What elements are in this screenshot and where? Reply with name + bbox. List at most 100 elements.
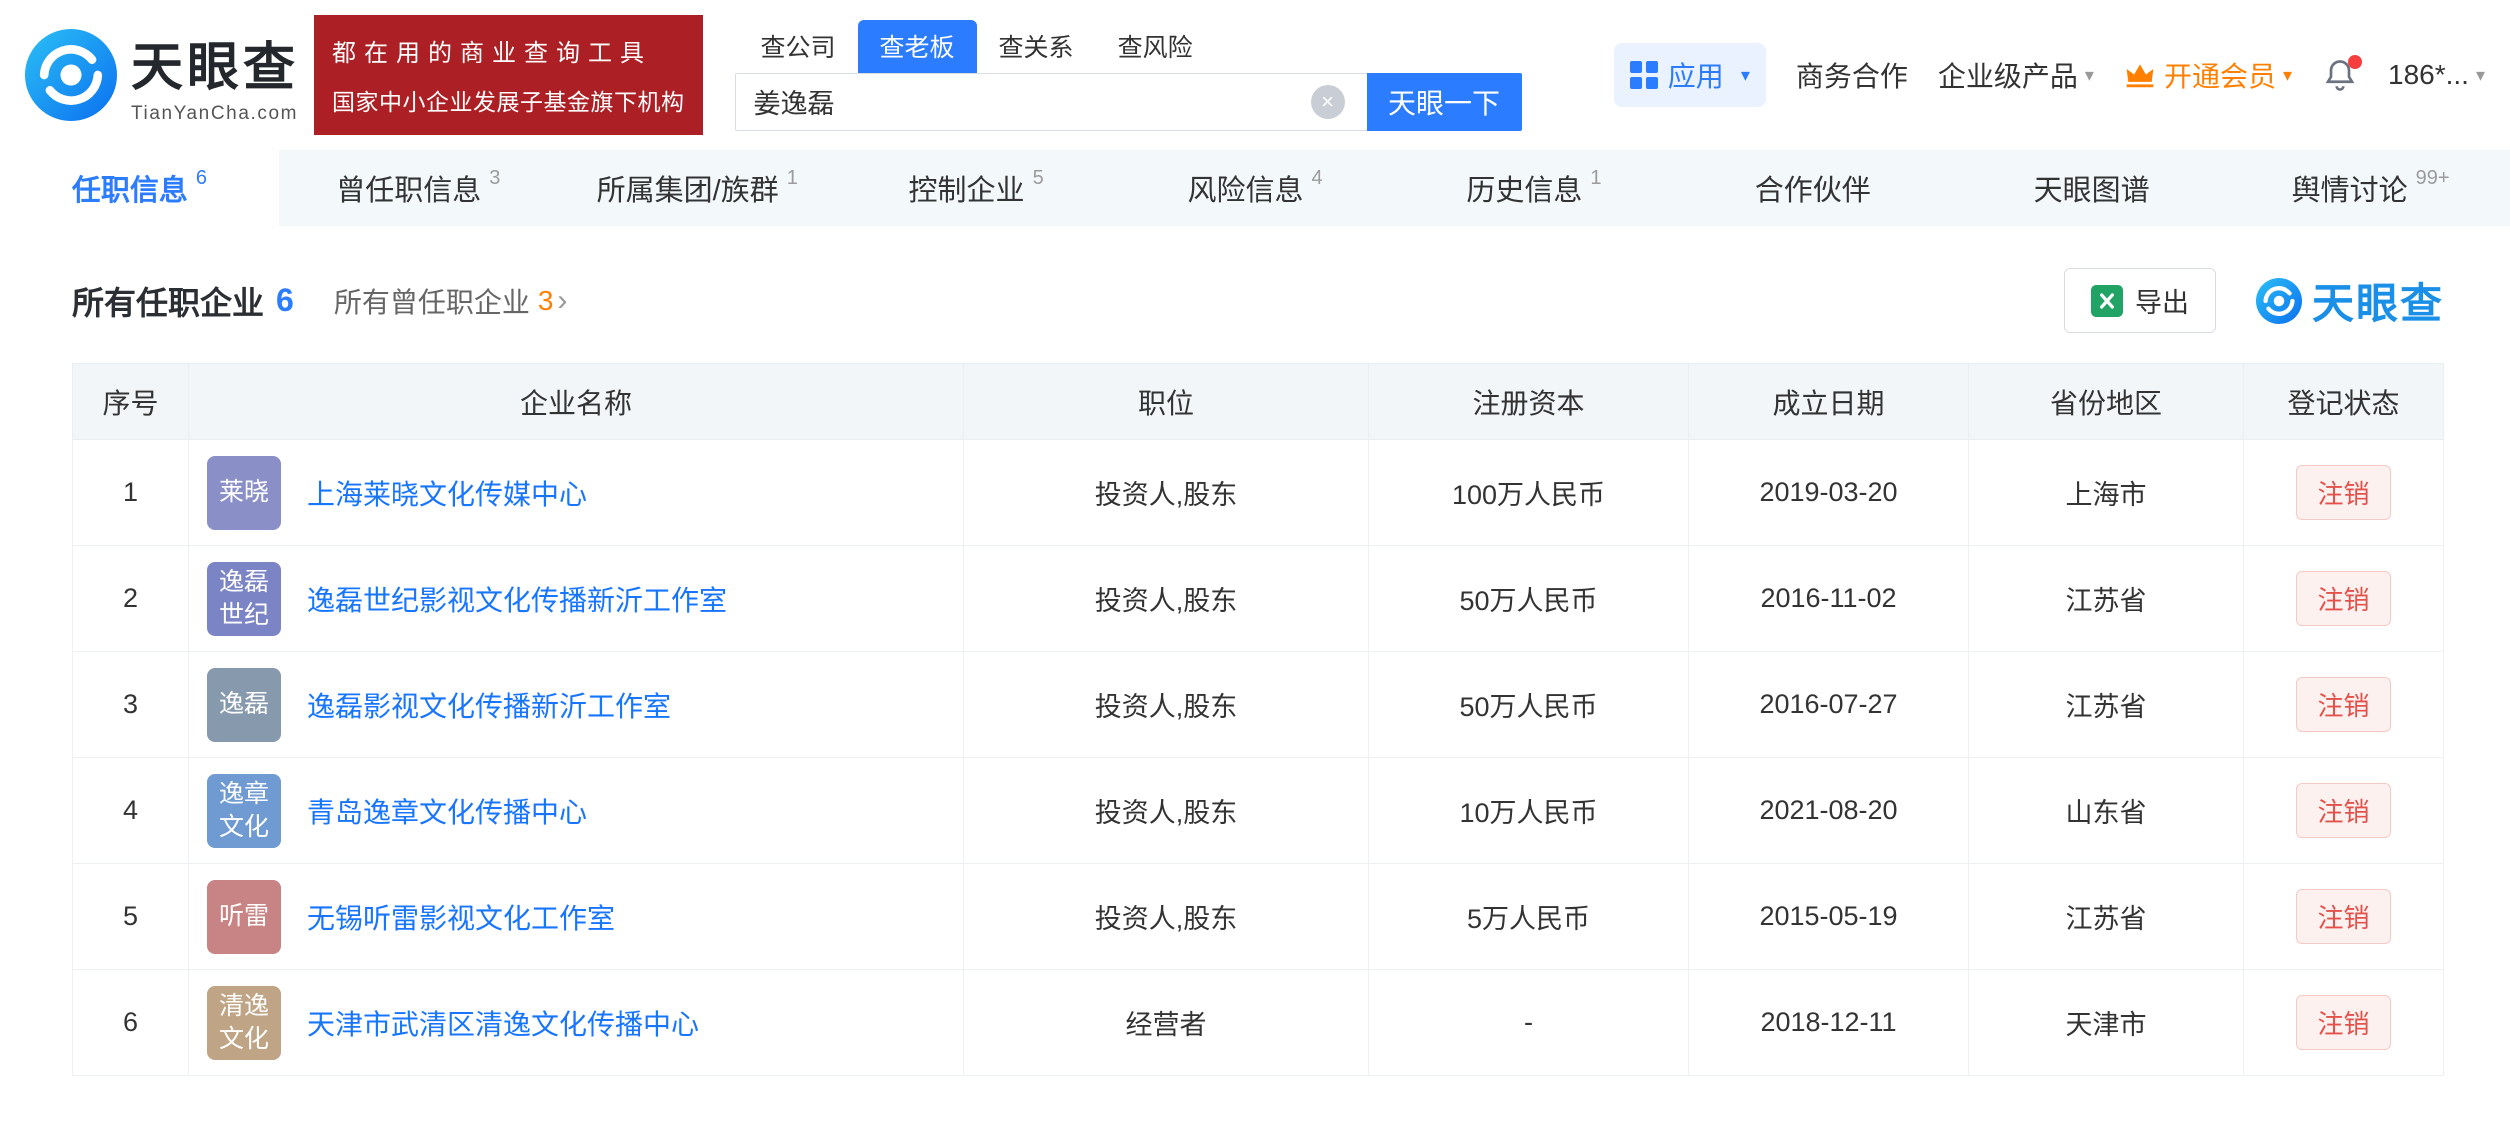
vip-upgrade-button[interactable]: 开通会员 ▾ bbox=[2124, 55, 2292, 95]
caret-down-icon: ▾ bbox=[1741, 65, 1750, 86]
enterprise-products-label: 企业级产品 bbox=[1938, 55, 2078, 95]
business-cooperation-link[interactable]: 商务合作 bbox=[1796, 55, 1908, 95]
company-avatar[interactable]: 逸章文化 bbox=[207, 774, 281, 848]
capital-cell: 10万人民币 bbox=[1369, 758, 1689, 864]
tab-partners[interactable]: 合作伙伴 bbox=[1673, 150, 1952, 226]
tab-count: 1 bbox=[787, 167, 798, 190]
company-avatar[interactable]: 逸磊世纪 bbox=[207, 562, 281, 636]
tab-group[interactable]: 所属集团/族群 1 bbox=[558, 150, 837, 226]
search-tab-boss[interactable]: 查老板 bbox=[858, 20, 977, 73]
status-badge: 注销 bbox=[2296, 571, 2390, 626]
excel-icon bbox=[2091, 285, 2123, 317]
tab-count: 5 bbox=[1033, 167, 1044, 190]
header-no: 序号 bbox=[73, 364, 189, 440]
tianyancha-logo[interactable]: 天眼查 TianYanCha.com bbox=[25, 25, 299, 125]
search-input[interactable] bbox=[735, 73, 1367, 131]
position-cell: 投资人,股东 bbox=[964, 758, 1369, 864]
search-tab-relation[interactable]: 查关系 bbox=[977, 20, 1096, 73]
region-cell: 上海市 bbox=[1969, 440, 2244, 546]
enterprise-products-menu[interactable]: 企业级产品 ▾ bbox=[1938, 55, 2094, 95]
company-name-link[interactable]: 无锡听雷影视文化工作室 bbox=[307, 897, 615, 937]
tab-history-info[interactable]: 历史信息 1 bbox=[1394, 150, 1673, 226]
notification-dot bbox=[2348, 55, 2362, 69]
search-button[interactable]: 天眼一下 bbox=[1367, 73, 1522, 131]
status-cell: 注销 bbox=[2244, 440, 2444, 546]
vip-label: 开通会员 bbox=[2164, 55, 2276, 95]
positions-table: 序号 企业名称 职位 注册资本 成立日期 省份地区 登记状态 1 莱晓 上海莱晓… bbox=[72, 363, 2444, 1076]
promo-banner: 都在用的商业查询工具 国家中小企业发展子基金旗下机构 bbox=[314, 15, 703, 135]
tab-count: 4 bbox=[1311, 167, 1322, 190]
status-badge: 注销 bbox=[2296, 783, 2390, 838]
site-header: 天眼查 TianYanCha.com 都在用的商业查询工具 国家中小企业发展子基… bbox=[0, 0, 2510, 150]
former-positions-label: 所有曾任职企业 bbox=[334, 281, 530, 321]
position-cell: 投资人,股东 bbox=[964, 440, 1369, 546]
promo-line1: 都在用的商业查询工具 bbox=[332, 33, 685, 68]
capital-cell: - bbox=[1369, 970, 1689, 1076]
account-menu[interactable]: 186*... ▾ bbox=[2388, 59, 2485, 91]
search-tab-risk[interactable]: 查风险 bbox=[1096, 20, 1215, 73]
search-input-wrap: × bbox=[735, 73, 1367, 131]
tab-label: 所属集团/族群 bbox=[597, 167, 779, 209]
position-cell: 投资人,股东 bbox=[964, 864, 1369, 970]
status-badge: 注销 bbox=[2296, 677, 2390, 732]
position-cell: 经营者 bbox=[964, 970, 1369, 1076]
header-actions: 应用 ▾ 商务合作 企业级产品 ▾ 开通会员 ▾ 186*... ▾ bbox=[1614, 43, 2485, 107]
tab-count: 3 bbox=[489, 167, 500, 190]
company-name-link[interactable]: 天津市武清区清逸文化传播中心 bbox=[307, 1003, 699, 1043]
row-number: 6 bbox=[73, 970, 189, 1076]
tab-count: 1 bbox=[1590, 167, 1601, 190]
date-cell: 2018-12-11 bbox=[1689, 970, 1969, 1076]
date-cell: 2015-05-19 bbox=[1689, 864, 1969, 970]
position-cell: 投资人,股东 bbox=[964, 546, 1369, 652]
tianyancha-logo-icon bbox=[25, 29, 117, 121]
notification-bell[interactable] bbox=[2322, 57, 2358, 93]
tab-graph[interactable]: 天眼图谱 bbox=[1952, 150, 2231, 226]
company-name-link[interactable]: 青岛逸章文化传播中心 bbox=[307, 791, 587, 831]
watermark-text: 天眼查 bbox=[2312, 270, 2444, 331]
tab-label: 历史信息 bbox=[1466, 167, 1582, 209]
crown-icon bbox=[2124, 59, 2156, 91]
region-cell: 天津市 bbox=[1969, 970, 2244, 1076]
tab-controlled-companies[interactable]: 控制企业 5 bbox=[837, 150, 1116, 226]
row-number: 4 bbox=[73, 758, 189, 864]
account-phone: 186*... bbox=[2388, 59, 2469, 91]
row-number: 2 bbox=[73, 546, 189, 652]
company-name-link[interactable]: 上海莱晓文化传媒中心 bbox=[307, 473, 587, 513]
chevron-right-icon: › bbox=[557, 284, 567, 318]
company-avatar[interactable]: 逸磊 bbox=[207, 668, 281, 742]
search-tab-company[interactable]: 查公司 bbox=[739, 20, 858, 73]
section-actions: 导出 天眼查 bbox=[2064, 268, 2444, 333]
former-positions-count: 3 bbox=[538, 285, 554, 317]
tab-former-positions[interactable]: 曾任职信息 3 bbox=[279, 150, 558, 226]
table-header-row: 序号 企业名称 职位 注册资本 成立日期 省份地区 登记状态 bbox=[73, 364, 2444, 440]
tianyancha-watermark-icon bbox=[2256, 278, 2302, 324]
company-avatar[interactable]: 莱晓 bbox=[207, 456, 281, 530]
tab-positions[interactable]: 任职信息 6 bbox=[0, 150, 279, 226]
company-avatar[interactable]: 听雷 bbox=[207, 880, 281, 954]
apps-button[interactable]: 应用 ▾ bbox=[1614, 43, 1766, 107]
brand-name: 天眼查 bbox=[131, 25, 299, 100]
status-badge: 注销 bbox=[2296, 465, 2390, 520]
clear-icon[interactable]: × bbox=[1311, 85, 1345, 119]
date-cell: 2021-08-20 bbox=[1689, 758, 1969, 864]
export-button[interactable]: 导出 bbox=[2064, 268, 2216, 333]
caret-down-icon: ▾ bbox=[2283, 65, 2292, 86]
company-name-link[interactable]: 逸磊世纪影视文化传播新沂工作室 bbox=[307, 579, 727, 619]
capital-cell: 50万人民币 bbox=[1369, 652, 1689, 758]
status-cell: 注销 bbox=[2244, 758, 2444, 864]
capital-cell: 100万人民币 bbox=[1369, 440, 1689, 546]
search-area: 查公司 查老板 查关系 查风险 × 天眼一下 bbox=[735, 20, 1522, 131]
company-name-link[interactable]: 逸磊影视文化传播新沂工作室 bbox=[307, 685, 671, 725]
tab-public-opinion[interactable]: 舆情讨论 99+ bbox=[2231, 150, 2510, 226]
region-cell: 山东省 bbox=[1969, 758, 2244, 864]
tab-label: 任职信息 bbox=[72, 167, 188, 209]
former-positions-link[interactable]: 所有曾任职企业 3 › bbox=[334, 281, 568, 321]
status-badge: 注销 bbox=[2296, 995, 2390, 1050]
row-number: 3 bbox=[73, 652, 189, 758]
logo-text: 天眼查 TianYanCha.com bbox=[131, 25, 299, 125]
table-row: 1 莱晓 上海莱晓文化传媒中心 投资人,股东 100万人民币 2019-03-2… bbox=[73, 440, 2444, 546]
header-capital: 注册资本 bbox=[1369, 364, 1689, 440]
tab-risk-info[interactable]: 风险信息 4 bbox=[1116, 150, 1395, 226]
row-number: 5 bbox=[73, 864, 189, 970]
company-avatar[interactable]: 清逸文化 bbox=[207, 986, 281, 1060]
